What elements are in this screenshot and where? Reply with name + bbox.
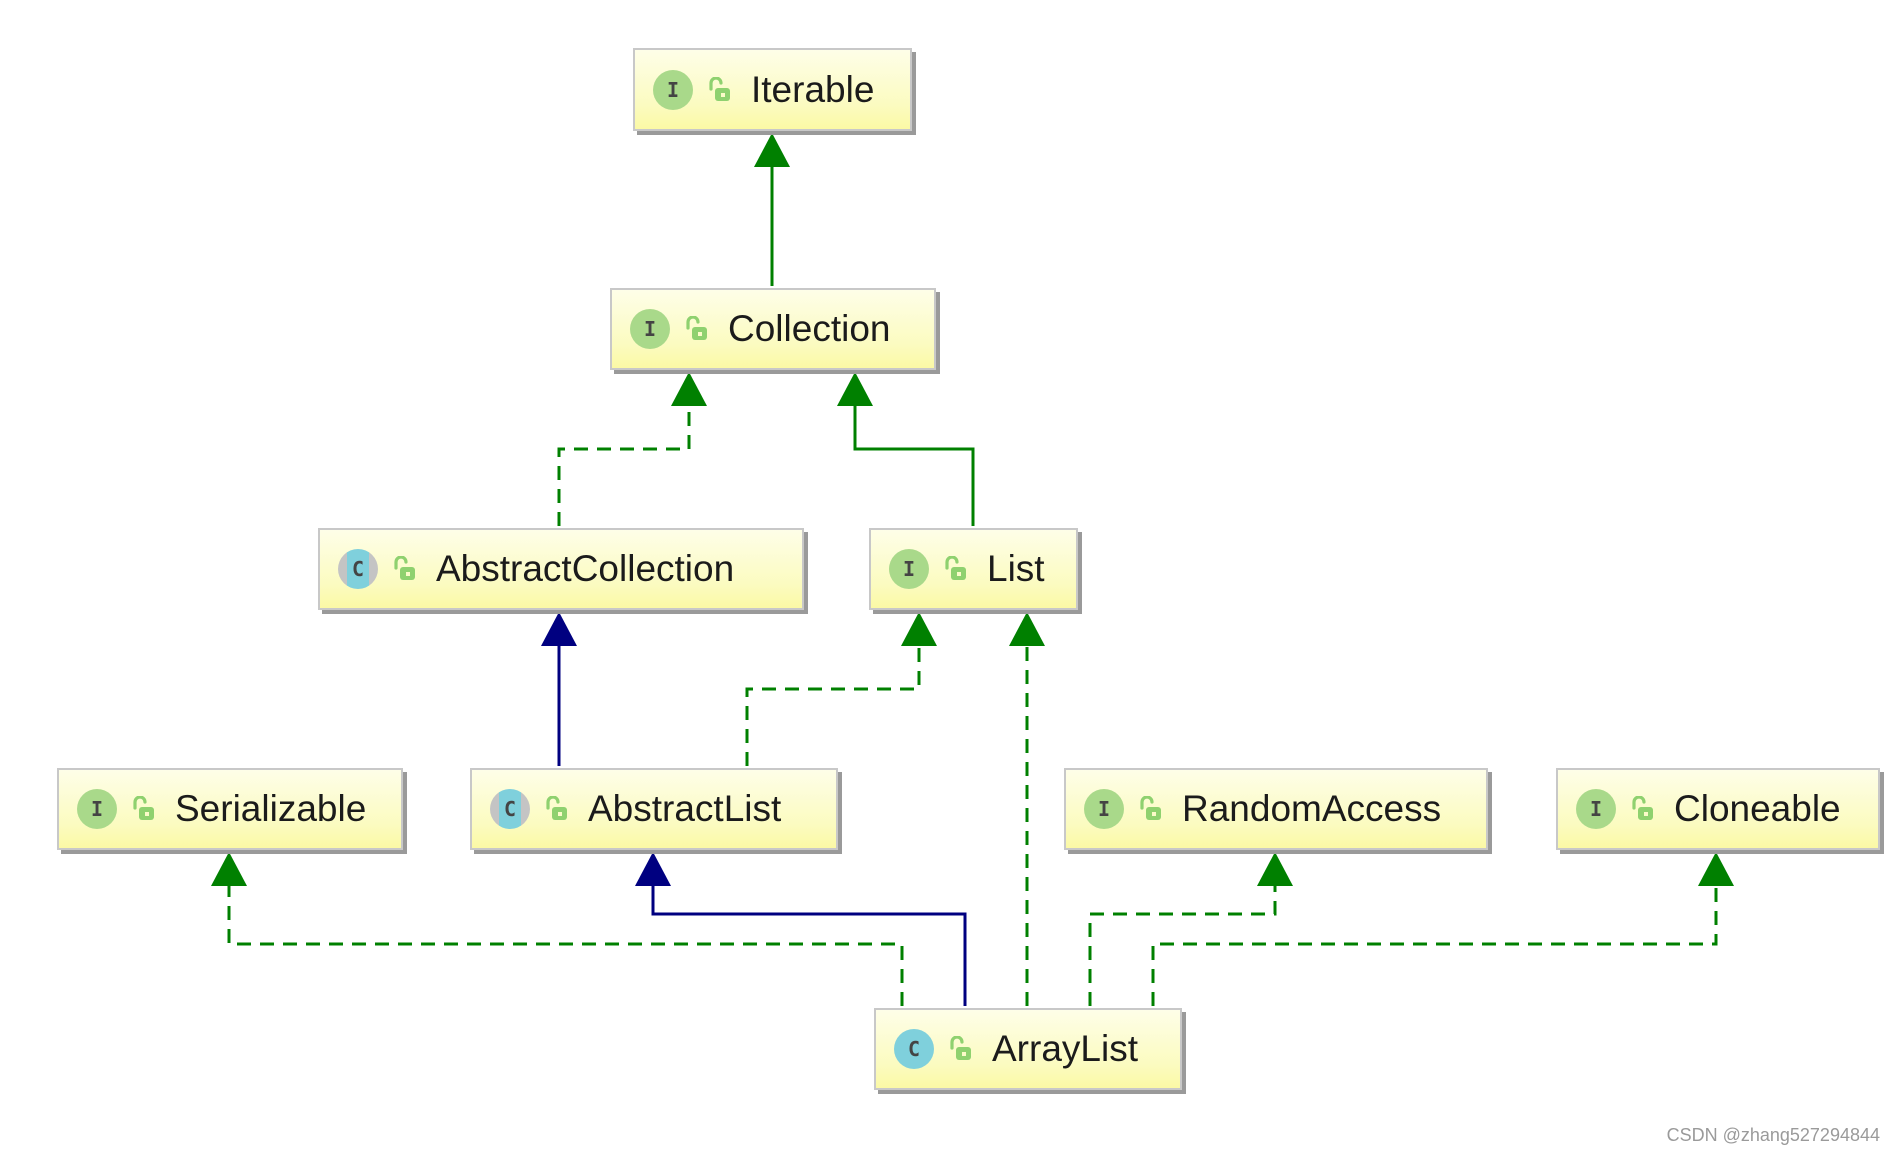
node-randomaccess[interactable]: I RandomAccess bbox=[1064, 768, 1488, 850]
node-arraylist[interactable]: C ArrayList bbox=[874, 1008, 1182, 1090]
edge-line bbox=[853, 406, 975, 526]
node-label: AbstractList bbox=[588, 788, 782, 829]
edge-line bbox=[1088, 886, 1277, 1006]
arrowhead-icon bbox=[211, 852, 247, 886]
edge-arraylist-to-cloneable bbox=[1151, 852, 1734, 1006]
edge-line bbox=[557, 406, 691, 526]
arrowhead-icon bbox=[1698, 852, 1734, 886]
class-icon: C bbox=[894, 1029, 934, 1069]
arrowhead-icon bbox=[541, 612, 577, 646]
public-unlock-icon bbox=[948, 1035, 972, 1062]
public-unlock-icon bbox=[1138, 795, 1162, 822]
edge-line bbox=[745, 646, 921, 766]
interface-icon: I bbox=[889, 549, 929, 589]
node-label: AbstractCollection bbox=[436, 548, 735, 589]
node-cloneable[interactable]: I Cloneable bbox=[1556, 768, 1880, 850]
interface-icon: I bbox=[1576, 789, 1616, 829]
edge-abstractlist-to-list bbox=[745, 612, 937, 766]
node-serializable[interactable]: I Serializable bbox=[57, 768, 403, 850]
edge-line bbox=[651, 886, 967, 1006]
public-unlock-icon bbox=[943, 555, 967, 582]
arrowhead-icon bbox=[1257, 852, 1293, 886]
node-label: RandomAccess bbox=[1182, 788, 1442, 829]
node-label: List bbox=[987, 548, 1045, 589]
node-collection[interactable]: I Collection bbox=[610, 288, 936, 370]
public-unlock-icon bbox=[707, 75, 731, 103]
edge-arraylist-to-serializable bbox=[211, 852, 904, 1006]
public-unlock-icon bbox=[544, 795, 568, 822]
arrowhead-icon bbox=[635, 852, 671, 886]
node-label: Collection bbox=[728, 308, 891, 349]
arrowhead-icon bbox=[1009, 612, 1045, 646]
arrowhead-icon bbox=[754, 133, 790, 167]
interface-icon: I bbox=[1084, 789, 1124, 829]
abstract-class-icon: C bbox=[490, 789, 530, 829]
interface-icon: I bbox=[630, 309, 670, 349]
edge-abstractcollection-to-collection bbox=[557, 372, 707, 526]
node-abstractlist[interactable]: C AbstractList bbox=[470, 768, 838, 850]
edge-abstractlist-to-abstractcollection bbox=[541, 612, 577, 766]
arrowhead-icon bbox=[901, 612, 937, 646]
watermark: CSDN @zhang527294844 bbox=[1666, 1125, 1880, 1145]
arrowhead-icon bbox=[837, 372, 873, 406]
public-unlock-icon bbox=[131, 795, 155, 822]
edge-line bbox=[227, 886, 904, 1006]
node-label: Iterable bbox=[751, 68, 875, 110]
public-unlock-icon bbox=[1630, 795, 1654, 822]
interface-icon: I bbox=[77, 789, 117, 829]
edge-arraylist-to-abstractlist bbox=[635, 852, 967, 1006]
public-unlock-icon bbox=[392, 555, 416, 582]
abstract-class-icon: C bbox=[338, 549, 378, 589]
node-label: Serializable bbox=[175, 788, 367, 829]
node-abstractcollection[interactable]: C AbstractCollection bbox=[318, 528, 804, 610]
edge-list-to-collection bbox=[837, 372, 975, 526]
public-unlock-icon bbox=[684, 315, 708, 342]
node-iterable[interactable]: I Iterable bbox=[633, 48, 912, 131]
edge-arraylist-to-list bbox=[1009, 612, 1045, 1006]
interface-icon: I bbox=[653, 69, 693, 110]
edge-line bbox=[1151, 886, 1718, 1006]
node-label: ArrayList bbox=[992, 1028, 1138, 1069]
arrowhead-icon bbox=[671, 372, 707, 406]
node-list[interactable]: I List bbox=[869, 528, 1078, 610]
node-label: Cloneable bbox=[1674, 788, 1841, 829]
edge-arraylist-to-randomaccess bbox=[1088, 852, 1293, 1006]
edge-collection-to-iterable bbox=[754, 133, 790, 286]
